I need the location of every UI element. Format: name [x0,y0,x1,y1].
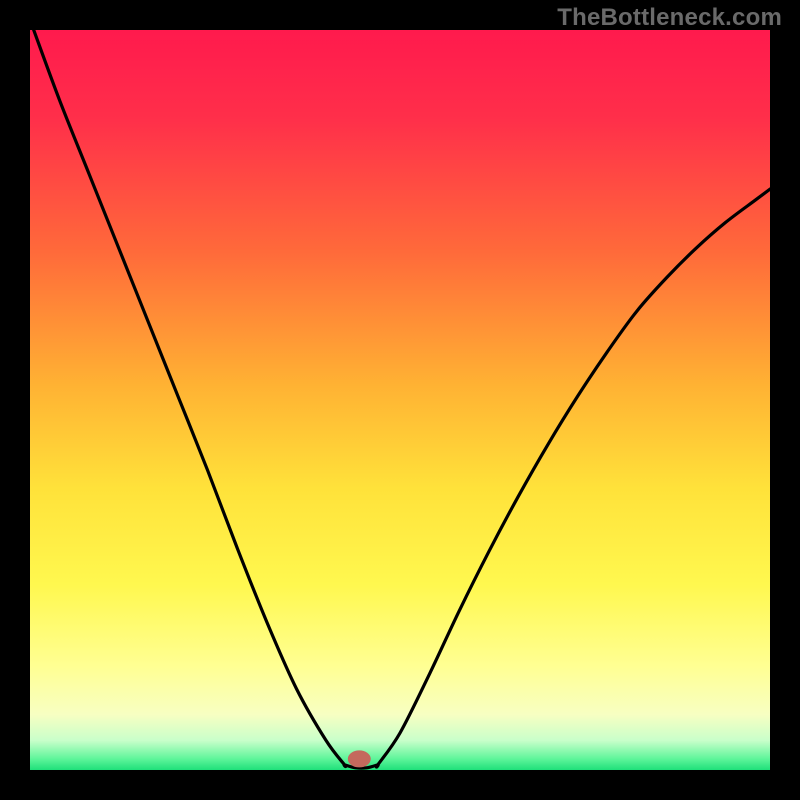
chart-svg [30,30,770,770]
minimum-marker [348,751,370,767]
plot-area [30,30,770,770]
watermark-text: TheBottleneck.com [557,4,782,32]
chart-frame: TheBottleneck.com [0,0,800,800]
gradient-background [30,30,770,770]
